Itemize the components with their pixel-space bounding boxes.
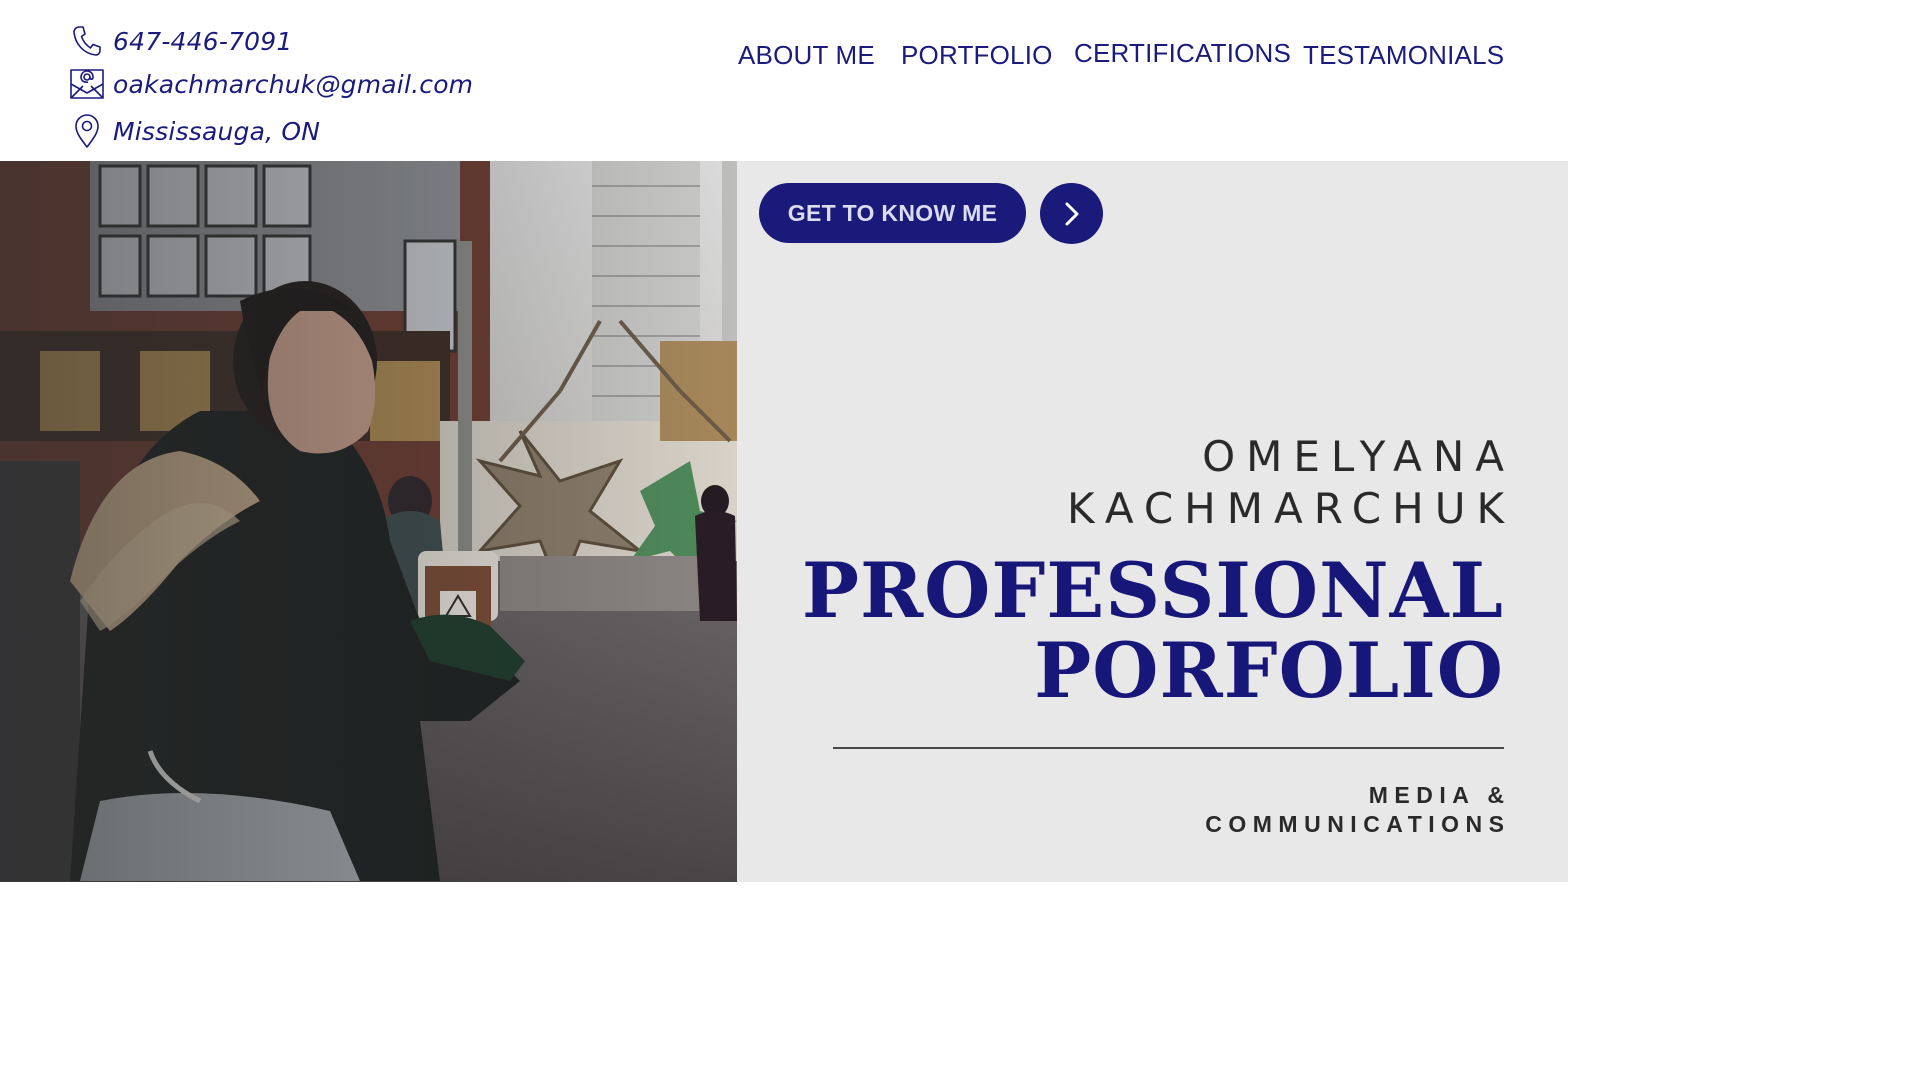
contact-email[interactable]: oakachmarchuk@gmail.com [68, 65, 473, 103]
contact-phone[interactable]: 647-446-7091 [68, 22, 293, 60]
nav-certifications[interactable]: CERTIFICATIONS [1074, 38, 1291, 69]
chevron-right-icon [1065, 202, 1078, 225]
main-nav: ABOUT ME PORTFOLIO CERTIFICATIONS TESTAM… [668, 38, 1568, 78]
email-icon [68, 65, 106, 103]
owner-name: OMELYANA KACHMARCHUK [1067, 431, 1504, 535]
title-line-1: PROFESSIONAL [801, 546, 1504, 635]
divider [833, 747, 1504, 749]
get-to-know-me-button[interactable]: GET TO KNOW ME [759, 183, 1026, 243]
nav-about-me[interactable]: ABOUT ME [738, 40, 875, 71]
site-header: 647-446-7091 oakachmarchuk@gmail.com Mis… [0, 0, 1568, 161]
nav-portfolio[interactable]: PORTFOLIO [901, 40, 1053, 71]
subtitle-line-2: COMMUNICATIONS [1205, 811, 1511, 837]
nav-testimonials[interactable]: TESTAMONIALS [1303, 40, 1504, 71]
next-arrow-button[interactable] [1040, 183, 1103, 244]
location-pin-icon [68, 112, 106, 150]
contact-location: Mississauga, ON [68, 112, 320, 150]
subtitle-line-1: MEDIA & [1368, 782, 1511, 808]
title-line-2: PORFOLIO [1034, 626, 1504, 715]
hero-panel: GET TO KNOW ME OMELYANA KACHMARCHUK PROF… [737, 161, 1568, 882]
page-title: PROFESSIONAL PORFOLIO [802, 551, 1504, 711]
last-name: KACHMARCHUK [1067, 484, 1515, 533]
location-text: Mississauga, ON [113, 116, 321, 146]
first-name: OMELYANA [1202, 432, 1515, 481]
email-address[interactable]: oakachmarchuk@gmail.com [113, 70, 473, 99]
phone-number[interactable]: 647-446-7091 [113, 27, 293, 56]
phone-icon [68, 22, 106, 60]
portrait-photo [0, 161, 737, 882]
specialty-subtitle: MEDIA & COMMUNICATIONS [1205, 781, 1504, 839]
